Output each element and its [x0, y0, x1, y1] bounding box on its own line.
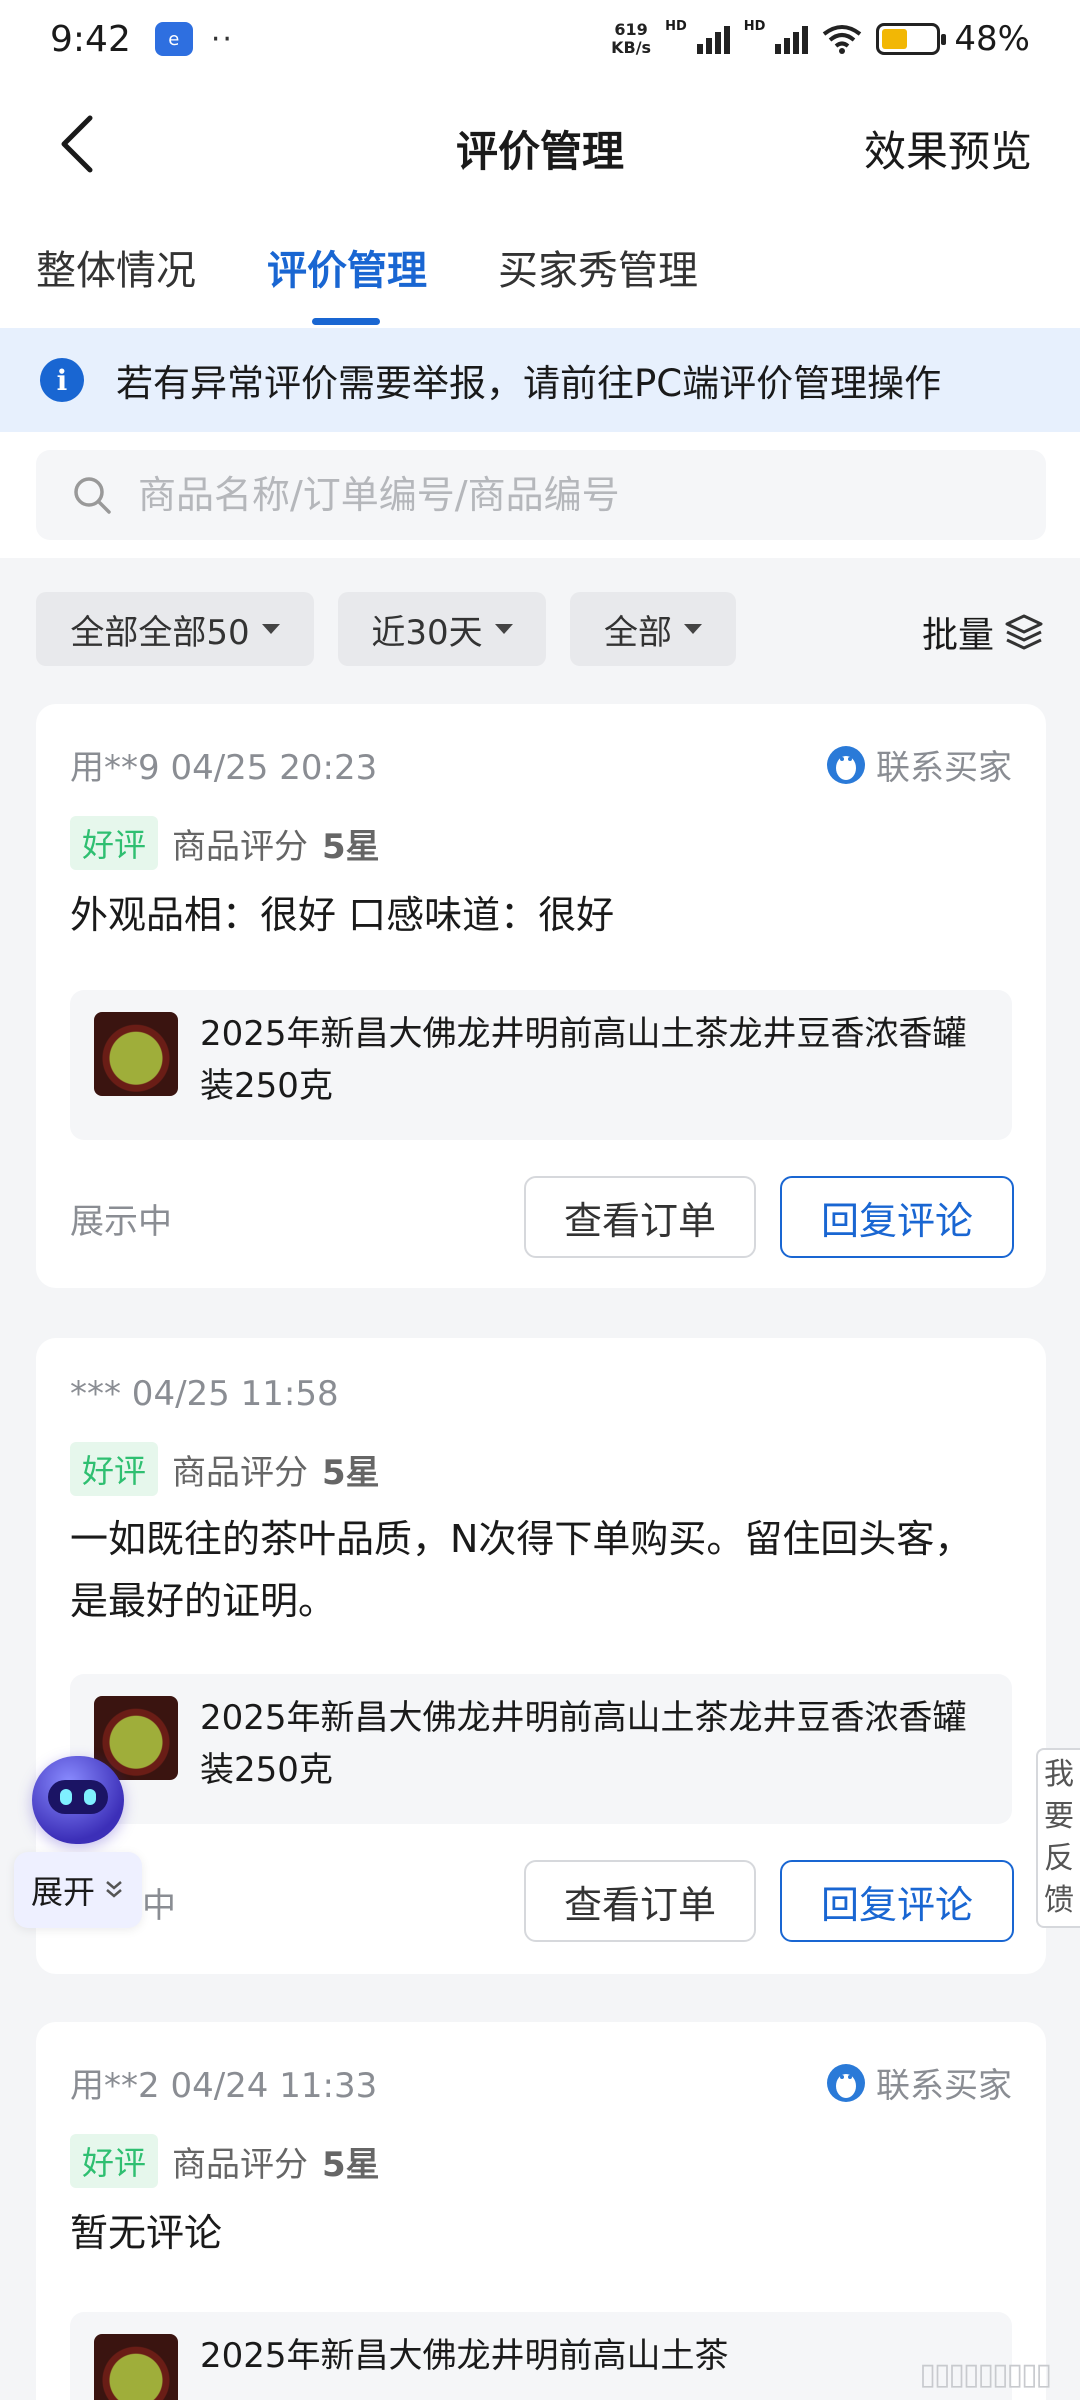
reviewer-info: 用**2 04/24 11:33 [70, 2066, 378, 2106]
tab-bar: 整体情况 评价管理 买家秀管理 [0, 208, 1080, 328]
robot-icon[interactable] [32, 1756, 124, 1844]
view-order-button[interactable]: 查看订单 [524, 1860, 756, 1942]
display-status: 展示中 [70, 1202, 172, 1242]
watermark: ▯▯▯▯▯▯▯▯▯ [919, 2357, 1052, 2392]
battery-icon [876, 23, 947, 55]
chevron-down-icon [494, 624, 513, 634]
rating-label: 商品评分 [172, 826, 309, 867]
rating-label: 商品评分 [172, 1452, 309, 1493]
product-item[interactable]: 2025年新昌大佛龙井明前高山土茶龙井豆香浓香罐装250克 [70, 1674, 1012, 1824]
filter-date-dropdown[interactable]: 近30天 [338, 592, 546, 666]
filter-type-dropdown[interactable]: 全部 [570, 592, 736, 666]
contact-buyer-button[interactable]: 联系买家 [826, 740, 1012, 789]
reply-review-button[interactable]: 回复评论 [780, 1176, 1014, 1258]
review-card: *** 04/25 11:58 好评 商品评分 5星 一如既往的茶叶品质，N次得… [36, 1338, 1046, 1974]
feedback-tab[interactable]: 我要反馈 [1036, 1748, 1080, 1928]
nav-header: 评价管理 效果预览 [0, 78, 1080, 208]
good-review-badge: 好评 [70, 1442, 159, 1496]
product-name: 2025年新昌大佛龙井明前高山土茶龙井豆香浓香罐装250克 [200, 1014, 967, 1106]
signal-icon-2 [775, 24, 809, 54]
battery-fill [882, 29, 908, 49]
reviewer-info: *** 04/25 11:58 [70, 1374, 339, 1414]
tab-overview[interactable]: 整体情况 [36, 238, 196, 296]
status-time: 9:42 [50, 18, 131, 60]
review-text: 一如既往的茶叶品质，N次得下单购买。留住回头客，是最好的证明。 [70, 1517, 973, 1623]
layers-icon [1005, 614, 1043, 650]
filter-date-label: 近30天 [371, 612, 483, 653]
rating-row: 好评 商品评分 5星 [70, 816, 380, 870]
reply-review-button[interactable]: 回复评论 [780, 1860, 1014, 1942]
review-text: 外观品相：很好 口感味道：很好 [70, 893, 615, 937]
reviewer-info: 用**9 04/25 20:23 [70, 748, 378, 788]
good-review-badge: 好评 [70, 816, 159, 870]
product-name: 2025年新昌大佛龙井明前高山土茶 [200, 2336, 729, 2376]
assistant-widget[interactable]: 展开 [14, 1756, 142, 1932]
more-notifications-icon: ·· [210, 21, 234, 57]
chevron-down-icon [261, 624, 280, 634]
view-order-button[interactable]: 查看订单 [524, 1176, 756, 1258]
product-thumbnail [94, 1012, 178, 1096]
rating-value: 5星 [322, 1452, 380, 1493]
notice-banner: i 若有异常评价需要举报，请前往PC端评价管理操作 [0, 328, 1080, 432]
battery-percent: 48% [954, 19, 1030, 59]
batch-label: 批量 [921, 615, 994, 656]
filter-status-label: 全部全部50 [70, 612, 250, 653]
rating-label: 商品评分 [172, 2144, 309, 2185]
search-box[interactable] [36, 450, 1046, 540]
double-chevron-down-icon [106, 1881, 122, 1898]
search-input[interactable] [138, 473, 938, 517]
review-text: 暂无评论 [70, 2211, 223, 2255]
contact-buyer-label: 联系买家 [876, 2066, 1012, 2106]
review-card: 用**2 04/24 11:33 联系买家 好评 商品评分 5星 暂无评论 20… [36, 2022, 1046, 2400]
rating-value: 5星 [322, 2144, 380, 2185]
info-icon: i [40, 358, 84, 402]
product-item[interactable]: 2025年新昌大佛龙井明前高山土茶 [70, 2312, 1012, 2400]
status-right: 619 KB/s HD HD 48% [611, 19, 1030, 59]
rating-value: 5星 [322, 826, 380, 867]
wifi-icon [823, 25, 862, 54]
tab-review-management[interactable]: 评价管理 [267, 238, 427, 296]
contact-buyer-label: 联系买家 [876, 748, 1012, 788]
notice-text: 若有异常评价需要举报，请前往PC端评价管理操作 [116, 362, 942, 405]
display-status: 中 [142, 1886, 176, 1926]
active-tab-indicator [312, 318, 380, 325]
rating-row: 好评 商品评分 5星 [70, 2134, 380, 2188]
signal-icon-1 [696, 24, 730, 54]
status-bar: 9:42 e ·· 619 KB/s HD HD 48% [0, 0, 1080, 78]
expand-button[interactable]: 展开 [14, 1852, 142, 1928]
hd-label-1: HD [665, 19, 687, 34]
penguin-chat-icon [827, 2063, 865, 2102]
filter-status-dropdown[interactable]: 全部全部50 [36, 592, 314, 666]
product-name: 2025年新昌大佛龙井明前高山土茶龙井豆香浓香罐装250克 [200, 1698, 967, 1790]
product-thumbnail [94, 2334, 178, 2400]
contact-buyer-button[interactable]: 联系买家 [826, 2058, 1012, 2107]
app-notification-icon: e [154, 22, 193, 56]
filter-type-label: 全部 [604, 612, 672, 653]
product-item[interactable]: 2025年新昌大佛龙井明前高山土茶龙井豆香浓香罐装250克 [70, 990, 1012, 1140]
good-review-badge: 好评 [70, 2134, 159, 2188]
chevron-down-icon [684, 624, 702, 634]
tab-buyer-show[interactable]: 买家秀管理 [498, 238, 698, 296]
expand-label: 展开 [30, 1873, 95, 1911]
network-speed: 619 KB/s [611, 20, 652, 57]
batch-button[interactable]: 批量 [922, 606, 1044, 658]
penguin-chat-icon [827, 745, 865, 784]
rating-row: 好评 商品评分 5星 [70, 1442, 380, 1496]
preview-button[interactable]: 效果预览 [864, 118, 1032, 179]
hd-label-2: HD [743, 19, 766, 34]
filter-bar: 全部全部50 近30天 全部 批量 [0, 558, 1080, 700]
search-section [0, 432, 1080, 558]
search-icon [74, 477, 111, 514]
review-card: 用**9 04/25 20:23 联系买家 好评 商品评分 5星 外观品相：很好… [36, 704, 1046, 1288]
